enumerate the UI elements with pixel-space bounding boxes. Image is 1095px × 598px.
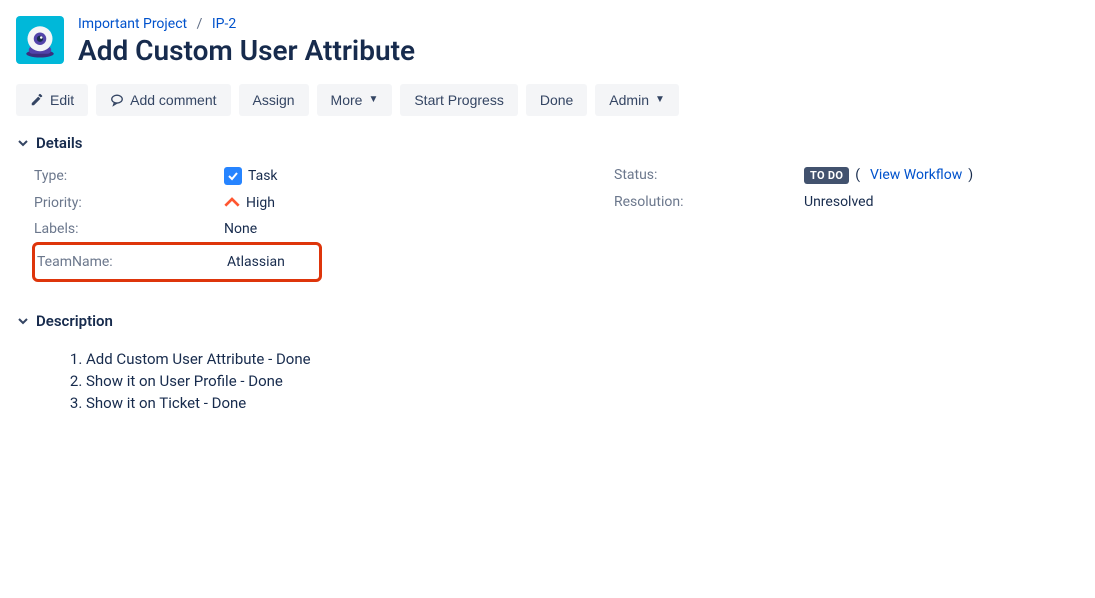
field-status: Status: TO DO ( View Workflow) <box>614 162 1074 189</box>
list-item: Show it on User Profile - Done <box>86 372 1079 390</box>
task-type-icon <box>224 167 242 185</box>
details-section-toggle[interactable]: Details <box>16 134 1079 152</box>
chevron-down-icon: ▼ <box>368 94 378 105</box>
resolution-label: Resolution: <box>614 194 804 210</box>
assign-label: Assign <box>253 92 295 108</box>
type-value: Task <box>248 168 278 184</box>
more-label: More <box>331 92 363 108</box>
paren-close: ) <box>968 167 973 183</box>
details-section-label: Details <box>36 134 82 152</box>
resolution-value: Unresolved <box>804 194 873 210</box>
field-priority: Priority: High <box>34 190 574 216</box>
description-content: Add Custom User Attribute - Done Show it… <box>16 350 1079 412</box>
details-panel: Type: Task Priority: High Labels: None <box>16 162 1079 282</box>
priority-high-icon <box>224 195 240 211</box>
status-badge: TO DO <box>804 167 849 184</box>
project-avatar <box>16 16 64 64</box>
breadcrumb-project-link[interactable]: Important Project <box>78 16 187 32</box>
field-type: Type: Task <box>34 162 574 190</box>
view-workflow-link[interactable]: View Workflow <box>870 167 962 183</box>
comment-icon <box>110 93 124 107</box>
breadcrumb-separator: / <box>197 16 203 32</box>
chevron-down-icon <box>16 136 30 150</box>
admin-label: Admin <box>609 92 649 108</box>
priority-value: High <box>246 195 275 211</box>
start-progress-label: Start Progress <box>414 92 503 108</box>
field-resolution: Resolution: Unresolved <box>614 189 1074 215</box>
add-comment-button[interactable]: Add comment <box>96 84 230 116</box>
toolbar: Edit Add comment Assign More ▼ Start Pro… <box>16 84 1079 116</box>
edit-button[interactable]: Edit <box>16 84 88 116</box>
description-section-label: Description <box>36 312 113 330</box>
done-label: Done <box>540 92 573 108</box>
teamname-label: TeamName: <box>37 254 227 270</box>
chevron-down-icon <box>16 314 30 328</box>
list-item: Add Custom User Attribute - Done <box>86 350 1079 368</box>
add-comment-label: Add comment <box>130 92 216 108</box>
chevron-down-icon: ▼ <box>655 94 665 105</box>
paren-open: ( <box>855 167 860 183</box>
done-button[interactable]: Done <box>526 84 587 116</box>
labels-value: None <box>224 221 257 237</box>
status-label: Status: <box>614 167 804 183</box>
page-title: Add Custom User Attribute <box>78 34 415 68</box>
teamname-value: Atlassian <box>227 254 285 270</box>
type-label: Type: <box>34 168 224 184</box>
list-item: Show it on Ticket - Done <box>86 394 1079 412</box>
start-progress-button[interactable]: Start Progress <box>400 84 517 116</box>
teamname-highlight: TeamName: Atlassian <box>32 242 322 282</box>
description-section-toggle[interactable]: Description <box>16 312 1079 330</box>
labels-label: Labels: <box>34 221 224 237</box>
edit-label: Edit <box>50 92 74 108</box>
pencil-icon <box>30 93 44 107</box>
assign-button[interactable]: Assign <box>239 84 309 116</box>
admin-button[interactable]: Admin ▼ <box>595 84 679 116</box>
breadcrumb-issue-link[interactable]: IP-2 <box>212 16 236 32</box>
field-labels: Labels: None <box>34 216 574 242</box>
more-button[interactable]: More ▼ <box>317 84 393 116</box>
priority-label: Priority: <box>34 195 224 211</box>
breadcrumb: Important Project / IP-2 <box>78 16 415 32</box>
